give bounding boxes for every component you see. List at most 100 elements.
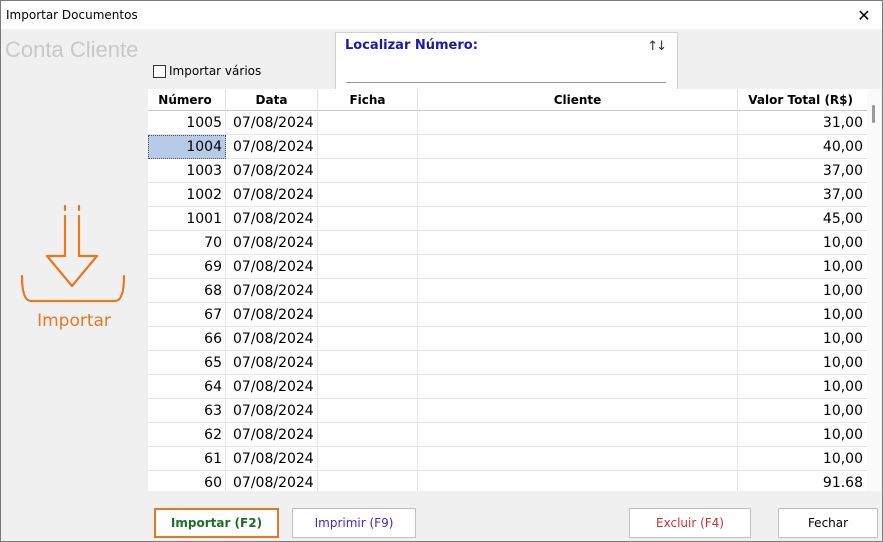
cell-data[interactable]: 07/08/2024 bbox=[226, 447, 318, 471]
cell-cliente[interactable] bbox=[418, 279, 738, 303]
cell-data[interactable]: 07/08/2024 bbox=[226, 111, 318, 135]
cell-cliente[interactable] bbox=[418, 303, 738, 327]
cell-valor-total[interactable]: 37,00 bbox=[738, 183, 866, 207]
cell-ficha[interactable] bbox=[318, 399, 418, 423]
cell-ficha[interactable] bbox=[318, 327, 418, 351]
cell-ficha[interactable] bbox=[318, 423, 418, 447]
cell-numero[interactable]: 62 bbox=[148, 423, 226, 447]
cell-data[interactable]: 07/08/2024 bbox=[226, 135, 318, 159]
import-button[interactable]: Importar (F2) bbox=[154, 508, 279, 538]
cell-valor-total[interactable]: 45,00 bbox=[738, 207, 866, 231]
cell-cliente[interactable] bbox=[418, 159, 738, 183]
cell-data[interactable]: 07/08/2024 bbox=[226, 327, 318, 351]
cell-data[interactable]: 07/08/2024 bbox=[226, 207, 318, 231]
header-data[interactable]: Data bbox=[226, 89, 318, 111]
header-ficha[interactable]: Ficha bbox=[318, 89, 418, 111]
cell-ficha[interactable] bbox=[318, 183, 418, 207]
table-row[interactable]: 63 07/08/2024 10,00 bbox=[148, 399, 881, 423]
table-row[interactable]: 1005 07/08/2024 31,00 bbox=[148, 111, 881, 135]
cell-cliente[interactable] bbox=[418, 423, 738, 447]
cell-valor-total[interactable]: 10,00 bbox=[738, 399, 866, 423]
cell-cliente[interactable] bbox=[418, 375, 738, 399]
table-row[interactable]: 60 07/08/2024 91.68 bbox=[148, 471, 881, 491]
cell-cliente[interactable] bbox=[418, 111, 738, 135]
cell-cliente[interactable] bbox=[418, 183, 738, 207]
table-row[interactable]: 66 07/08/2024 10,00 bbox=[148, 327, 881, 351]
cell-data[interactable]: 07/08/2024 bbox=[226, 399, 318, 423]
cell-cliente[interactable] bbox=[418, 399, 738, 423]
cell-data[interactable]: 07/08/2024 bbox=[226, 159, 318, 183]
cell-ficha[interactable] bbox=[318, 135, 418, 159]
cell-cliente[interactable] bbox=[418, 231, 738, 255]
table-row[interactable]: 65 07/08/2024 10,00 bbox=[148, 351, 881, 375]
cell-data[interactable]: 07/08/2024 bbox=[226, 255, 318, 279]
checkbox-box[interactable] bbox=[153, 64, 166, 78]
close-button[interactable]: Fechar bbox=[778, 508, 878, 538]
header-valor-total[interactable]: Valor Total (R$) bbox=[738, 89, 866, 111]
cell-valor-total[interactable]: 37,00 bbox=[738, 159, 866, 183]
cell-ficha[interactable] bbox=[318, 375, 418, 399]
table-row[interactable]: 68 07/08/2024 10,00 bbox=[148, 279, 881, 303]
table-row[interactable]: 61 07/08/2024 10,00 bbox=[148, 447, 881, 471]
cell-data[interactable]: 07/08/2024 bbox=[226, 183, 318, 207]
cell-numero[interactable]: 70 bbox=[148, 231, 226, 255]
cell-valor-total[interactable]: 40,00 bbox=[738, 135, 866, 159]
cell-numero[interactable]: 1004 bbox=[148, 135, 226, 159]
cell-valor-total[interactable]: 91.68 bbox=[738, 471, 866, 491]
cell-numero[interactable]: 61 bbox=[148, 447, 226, 471]
cell-numero[interactable]: 68 bbox=[148, 279, 226, 303]
cell-valor-total[interactable]: 10,00 bbox=[738, 423, 866, 447]
cell-data[interactable]: 07/08/2024 bbox=[226, 231, 318, 255]
print-button[interactable]: Imprimir (F9) bbox=[292, 508, 416, 538]
table-row[interactable]: 69 07/08/2024 10,00 bbox=[148, 255, 881, 279]
cell-cliente[interactable] bbox=[418, 327, 738, 351]
cell-numero[interactable]: 63 bbox=[148, 399, 226, 423]
cell-valor-total[interactable]: 10,00 bbox=[738, 327, 866, 351]
table-row[interactable]: 67 07/08/2024 10,00 bbox=[148, 303, 881, 327]
table-row[interactable]: 1002 07/08/2024 37,00 bbox=[148, 183, 881, 207]
import-multiple-checkbox[interactable]: Importar vários bbox=[153, 64, 261, 78]
vertical-scrollbar[interactable] bbox=[867, 89, 881, 491]
cell-numero[interactable]: 1005 bbox=[148, 111, 226, 135]
table-row[interactable]: 62 07/08/2024 10,00 bbox=[148, 423, 881, 447]
cell-cliente[interactable] bbox=[418, 351, 738, 375]
cell-numero[interactable]: 1002 bbox=[148, 183, 226, 207]
cell-valor-total[interactable]: 10,00 bbox=[738, 351, 866, 375]
cell-numero[interactable]: 1003 bbox=[148, 159, 226, 183]
cell-numero[interactable]: 66 bbox=[148, 327, 226, 351]
table-row[interactable]: 1003 07/08/2024 37,00 bbox=[148, 159, 881, 183]
table-row[interactable]: 1001 07/08/2024 45,00 bbox=[148, 207, 881, 231]
cell-data[interactable]: 07/08/2024 bbox=[226, 279, 318, 303]
cell-valor-total[interactable]: 10,00 bbox=[738, 231, 866, 255]
cell-numero[interactable]: 65 bbox=[148, 351, 226, 375]
cell-numero[interactable]: 60 bbox=[148, 471, 226, 491]
cell-data[interactable]: 07/08/2024 bbox=[226, 303, 318, 327]
cell-ficha[interactable] bbox=[318, 111, 418, 135]
cell-numero[interactable]: 64 bbox=[148, 375, 226, 399]
cell-valor-total[interactable]: 10,00 bbox=[738, 255, 866, 279]
table-row[interactable]: 70 07/08/2024 10,00 bbox=[148, 231, 881, 255]
cell-valor-total[interactable]: 10,00 bbox=[738, 303, 866, 327]
cell-numero[interactable]: 69 bbox=[148, 255, 226, 279]
cell-data[interactable]: 07/08/2024 bbox=[226, 471, 318, 491]
cell-cliente[interactable] bbox=[418, 135, 738, 159]
scrollbar-thumb[interactable] bbox=[872, 105, 875, 123]
search-number-input[interactable] bbox=[346, 59, 666, 83]
cell-ficha[interactable] bbox=[318, 351, 418, 375]
delete-button[interactable]: Excluir (F4) bbox=[629, 508, 751, 538]
table-row[interactable]: 64 07/08/2024 10,00 bbox=[148, 375, 881, 399]
cell-ficha[interactable] bbox=[318, 471, 418, 491]
cell-ficha[interactable] bbox=[318, 207, 418, 231]
cell-ficha[interactable] bbox=[318, 447, 418, 471]
import-panel-button[interactable]: Importar bbox=[19, 201, 129, 341]
cell-data[interactable]: 07/08/2024 bbox=[226, 423, 318, 447]
close-icon[interactable]: ✕ bbox=[846, 1, 882, 29]
cell-ficha[interactable] bbox=[318, 303, 418, 327]
cell-cliente[interactable] bbox=[418, 447, 738, 471]
cell-valor-total[interactable]: 31,00 bbox=[738, 111, 866, 135]
cell-ficha[interactable] bbox=[318, 279, 418, 303]
cell-ficha[interactable] bbox=[318, 231, 418, 255]
header-cliente[interactable]: Cliente bbox=[418, 89, 738, 111]
cell-cliente[interactable] bbox=[418, 255, 738, 279]
cell-valor-total[interactable]: 10,00 bbox=[738, 375, 866, 399]
